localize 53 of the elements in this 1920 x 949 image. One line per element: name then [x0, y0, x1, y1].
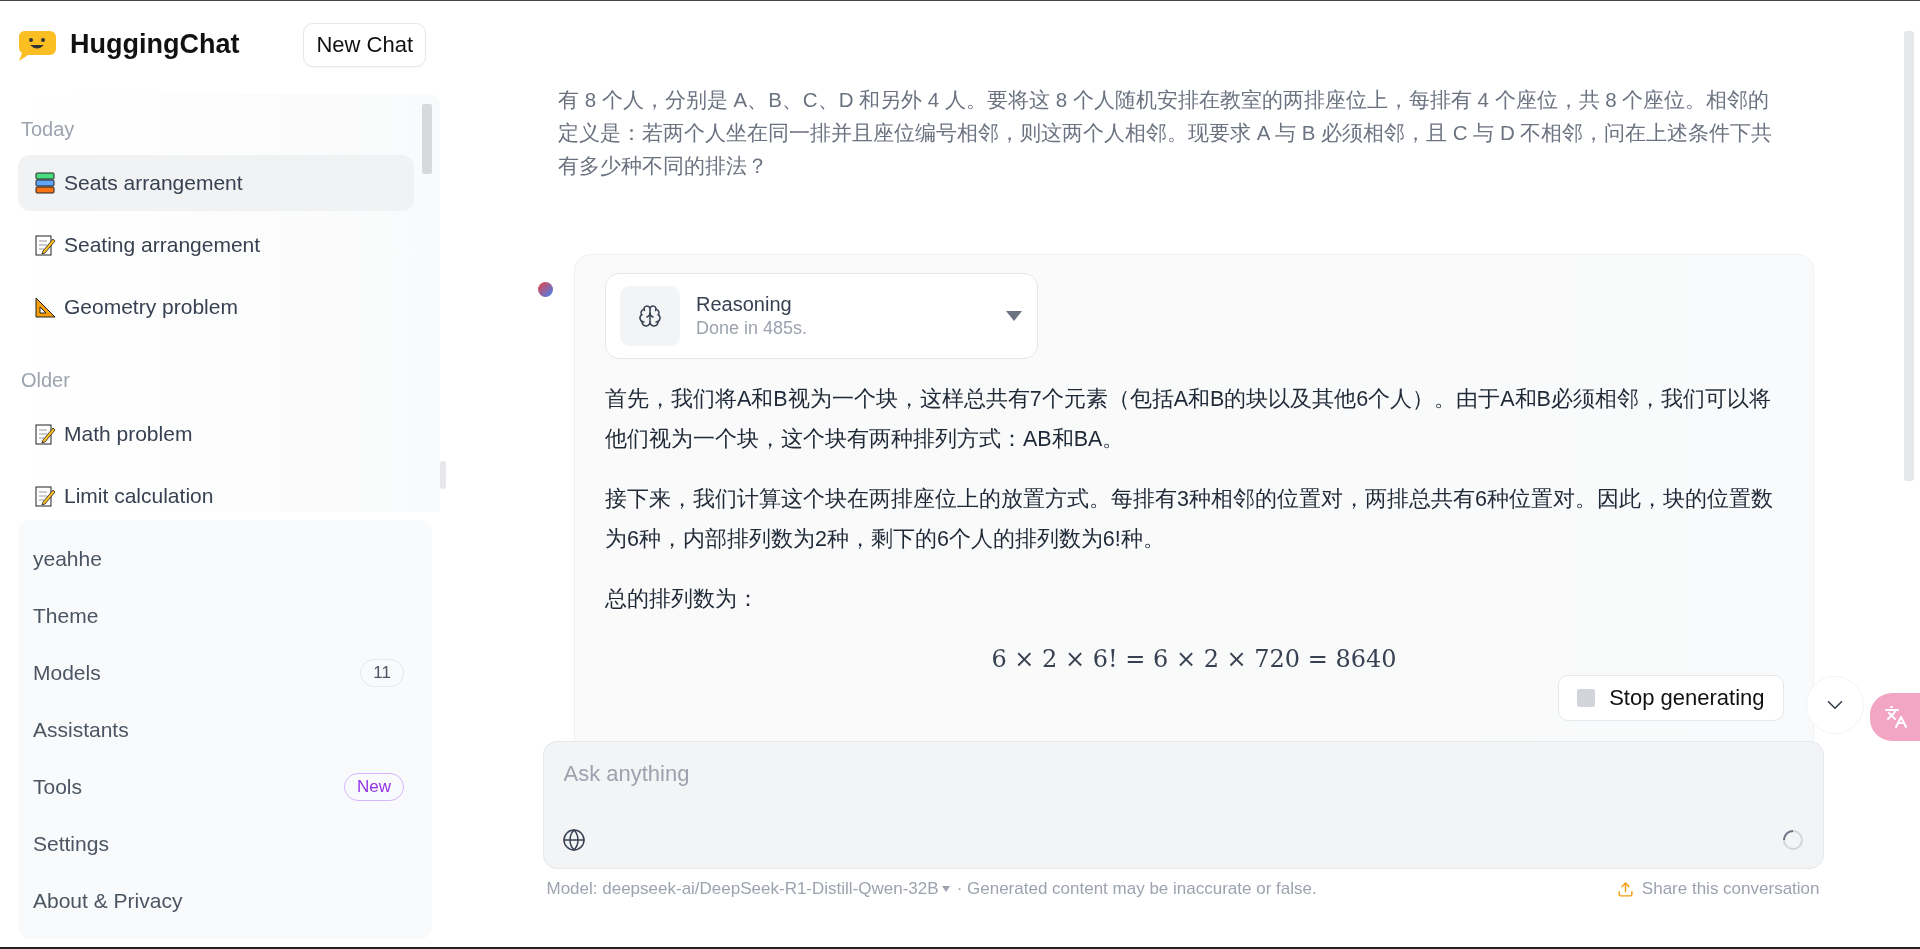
- translate-button[interactable]: [1870, 693, 1920, 741]
- notepad-pencil-icon: [34, 485, 56, 507]
- notepad-pencil-icon: [34, 423, 56, 445]
- answer-paragraph: 总的排列数为：: [605, 586, 760, 613]
- menu-item[interactable]: Tools New: [18, 758, 432, 815]
- assistant-avatar: [538, 282, 553, 297]
- menu-label: Assistants: [33, 717, 129, 742]
- scrollbar[interactable]: [1904, 31, 1914, 481]
- stop-generating-button[interactable]: Stop generating: [1558, 675, 1784, 721]
- conversation-item[interactable]: Seats arrangement: [18, 155, 414, 211]
- menu-label: Tools: [33, 774, 83, 799]
- reasoning-panel[interactable]: Reasoning Done in 485s.: [605, 273, 1038, 359]
- scrollbar[interactable]: [422, 104, 432, 174]
- menu-item[interactable]: Assistants: [18, 701, 432, 758]
- menu-label: Theme: [33, 603, 99, 628]
- conversation-item[interactable]: Limit calculation: [18, 468, 414, 512]
- conversation-item[interactable]: Geometry problem: [18, 279, 414, 335]
- caret-icon: [940, 885, 951, 893]
- resize-handle[interactable]: [440, 461, 446, 489]
- app-name: HuggingChat: [70, 29, 240, 60]
- menu-item[interactable]: About & Privacy: [18, 872, 432, 929]
- menu-item[interactable]: yeahhe: [18, 530, 432, 587]
- menu-label: yeahhe: [33, 546, 102, 571]
- smiley-logo-icon: [18, 28, 56, 61]
- books-icon: [34, 172, 56, 194]
- menu-item[interactable]: Models 11: [18, 644, 432, 701]
- brain-icon: [638, 304, 662, 328]
- group-heading: Today: [20, 117, 76, 142]
- reasoning-status: Done in 485s.: [696, 318, 809, 339]
- menu-item[interactable]: Settings: [18, 815, 432, 872]
- globe-icon[interactable]: [561, 828, 586, 852]
- notepad-pencil-icon: [34, 234, 56, 256]
- formula: 6 × 2 × 6! = 6 × 2 × 720 = 8640: [991, 645, 1397, 673]
- reasoning-title: Reasoning: [696, 293, 793, 316]
- stop-icon: [1577, 689, 1596, 707]
- message-input[interactable]: Ask anything: [561, 760, 962, 788]
- menu-item[interactable]: Theme: [18, 587, 432, 644]
- conversation-item[interactable]: Seating arrangement: [18, 217, 414, 273]
- menu-label: Models: [33, 660, 101, 685]
- upload-icon: [1616, 880, 1634, 898]
- user-question: 有 8 个人，分别是 A、B、C、D 和另外 4 人。要将这 8 个人随机安排在教室的两排座位上，每排有 4 个座位，共 8 个座位。相邻的定义是：若两个人坐在同一排并且座位编号相邻，则这两个人相邻。现要求 A 与 B 必须相邻，且 C 与 D 不相邻，问在上述条件下共有多少种不同的排法？: [558, 87, 1773, 179]
- answer-paragraph: 接下来，我们计算这个块在两排座位上的放置方式。每排有3种相邻的位置对，两排总共有6种位置对。因此，块的位置数为6种，内部排列数为2种，剩下的6个人的排列数为6!种。: [605, 486, 1774, 553]
- new-chat-button[interactable]: New Chat: [303, 22, 426, 67]
- loading-spinner-icon: [1780, 828, 1805, 852]
- caret-icon[interactable]: [1005, 310, 1023, 322]
- menu-label: Settings: [33, 831, 109, 856]
- triangle-ruler-icon: [34, 296, 56, 318]
- conversation-item[interactable]: Math problem: [18, 406, 414, 462]
- menu-label: About & Privacy: [33, 888, 183, 913]
- answer-paragraph: 首先，我们将A和B视为一个块，这样总共有7个元素（包括A和B的块以及其他6个人）。由于A和B必须相邻，我们可以将他们视为一个块，这个块有两种排列方式：AB和BA。: [605, 386, 1772, 453]
- disclaimer-text: · Generated content may be inaccurate or false.: [956, 879, 1317, 899]
- translate-icon: [1884, 705, 1908, 729]
- group-heading: Older: [20, 368, 71, 393]
